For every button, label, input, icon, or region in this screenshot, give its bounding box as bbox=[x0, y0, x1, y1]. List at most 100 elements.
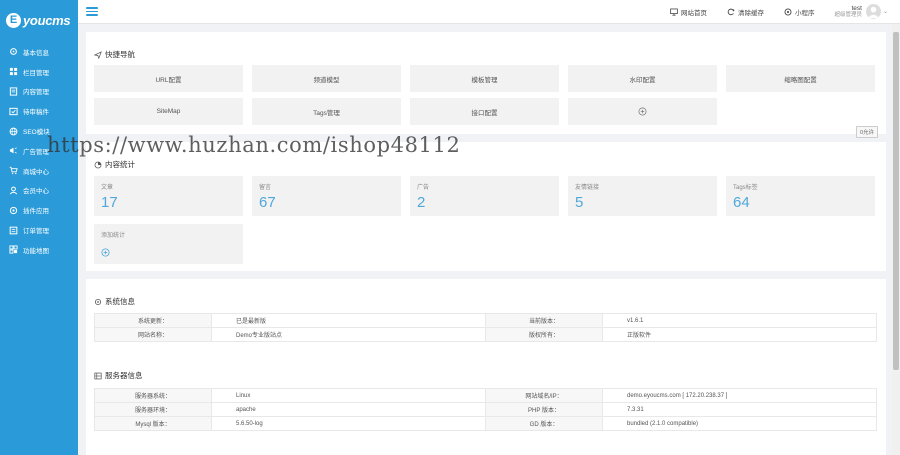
logo-text: youcms bbox=[23, 12, 71, 28]
system-info-table: 系统更新： 已是最新版 当前版本： v1.6.1 网站名称： Demo专业版站点… bbox=[94, 313, 877, 342]
sidebar-item-seo[interactable]: SEO模块 bbox=[0, 121, 78, 141]
plugin-icon bbox=[9, 206, 18, 215]
stat-value: 64 bbox=[733, 194, 750, 211]
gear-icon bbox=[9, 47, 18, 56]
logo[interactable]: E youcms bbox=[0, 0, 78, 40]
refresh-icon bbox=[727, 8, 735, 15]
sidebar-item-label: SEO模块 bbox=[23, 129, 50, 137]
site-home-link[interactable]: 网站首页 bbox=[670, 7, 707, 17]
menu-toggle-icon[interactable] bbox=[86, 7, 98, 16]
sidebar-nav: 基本信息 栏目管理 内容管理 待审稿件 SEO模块 广告管理 商城中心 会员中心… bbox=[0, 42, 78, 260]
sidebar-item-label: 待审稿件 bbox=[23, 109, 49, 117]
table-cell: 正版软件 bbox=[602, 327, 877, 342]
table-cell: 网站域名/IP： bbox=[485, 388, 603, 403]
map-icon bbox=[9, 245, 18, 254]
stat-links[interactable]: 友情链接 5 bbox=[568, 176, 717, 216]
table-row: Mysql 版本： 5.6.50-log GD 版本： bundled (2.1… bbox=[94, 416, 877, 431]
quick-nav-add-button[interactable] bbox=[568, 98, 717, 125]
stat-value: 2 bbox=[417, 194, 426, 211]
quick-nav-thumbnail-config[interactable]: 缩略图配置 bbox=[726, 65, 875, 92]
main-content: 快捷导航 URL配置 频道模型 模板管理 水印配置 缩略图配置 SiteMap … bbox=[78, 24, 900, 455]
table-cell: apache bbox=[211, 402, 486, 417]
quick-nav-watermark-config[interactable]: 水印配置 bbox=[568, 65, 717, 92]
clear-cache-label: 清除缓存 bbox=[737, 9, 764, 17]
sidebar-item-feature-map[interactable]: 功能地图 bbox=[0, 240, 78, 260]
chart-icon bbox=[94, 161, 102, 168]
table-cell: PHP 版本： bbox=[485, 402, 603, 417]
add-stat-button[interactable]: 添加统计 bbox=[94, 224, 243, 264]
sidebar-item-basic-info[interactable]: 基本信息 bbox=[0, 42, 78, 62]
monitor-icon bbox=[670, 8, 678, 16]
logo-mark: E bbox=[6, 12, 21, 28]
table-cell: Demo专业版站点 bbox=[211, 327, 486, 342]
sidebar-item-columns[interactable]: 栏目管理 bbox=[0, 62, 78, 82]
table-cell: 7.3.31 bbox=[602, 402, 877, 417]
ad-icon bbox=[9, 146, 18, 155]
chevron-down-icon[interactable]: ⌄ bbox=[883, 8, 888, 15]
table-cell: bundled (2.1.0 compatible) bbox=[602, 416, 877, 431]
top-bar: 网站首页 清除缓存 小程序 test 超级管理员 ⌄ bbox=[78, 0, 900, 24]
system-info-panel: 系统信息 系统更新： 已是最新版 当前版本： v1.6.1 网站名称： Demo… bbox=[86, 279, 886, 455]
sidebar-item-label: 栏目管理 bbox=[23, 69, 49, 77]
table-row: 服务器系统： Linux 网站域名/IP： demo.eyoucms.com [… bbox=[94, 388, 877, 403]
miniapp-icon bbox=[784, 8, 792, 15]
table-cell: v1.6.1 bbox=[602, 313, 877, 328]
gear-icon bbox=[94, 298, 102, 305]
sidebar-item-content[interactable]: 内容管理 bbox=[0, 82, 78, 102]
table-cell: Mysql 版本： bbox=[94, 416, 212, 431]
sidebar-item-ads[interactable]: 广告管理 bbox=[0, 141, 78, 161]
quick-nav-api-config[interactable]: 接口配置 bbox=[410, 98, 559, 125]
sidebar-item-plugins[interactable]: 插件应用 bbox=[0, 200, 78, 220]
quick-nav-title: 快捷导航 bbox=[94, 49, 135, 60]
sidebar-item-label: 广告管理 bbox=[23, 148, 49, 156]
clear-cache-link[interactable]: 清除缓存 bbox=[727, 7, 764, 17]
audit-icon bbox=[9, 107, 18, 116]
table-cell: Linux bbox=[211, 388, 486, 403]
quick-nav-tags-manage[interactable]: Tags管理 bbox=[252, 98, 401, 125]
server-info-table: 服务器系统： Linux 网站域名/IP： demo.eyoucms.com [… bbox=[94, 388, 877, 431]
miniapp-label: 小程序 bbox=[794, 9, 815, 17]
stat-ads[interactable]: 广告 2 bbox=[410, 176, 559, 216]
user-menu[interactable]: test 超级管理员 ⌄ bbox=[834, 4, 888, 19]
plus-circle-icon bbox=[101, 248, 110, 257]
sidebar-item-orders[interactable]: 订单管理 bbox=[0, 220, 78, 240]
quick-nav-panel: 快捷导航 URL配置 频道模型 模板管理 水印配置 缩略图配置 SiteMap … bbox=[86, 32, 886, 138]
table-cell: 当前版本： bbox=[485, 313, 603, 328]
sidebar-item-pending[interactable]: 待审稿件 bbox=[0, 101, 78, 121]
quick-nav-badge[interactable]: 0允许 bbox=[855, 126, 878, 138]
table-cell: 版权所有： bbox=[485, 327, 603, 342]
quick-nav-channel-model[interactable]: 频道模型 bbox=[252, 65, 401, 92]
content-stats-title-text: 内容统计 bbox=[105, 160, 135, 169]
quick-nav-url-config[interactable]: URL配置 bbox=[94, 65, 243, 92]
table-cell: demo.eyoucms.com [ 172.20.238.37 ] bbox=[602, 388, 877, 403]
miniapp-link[interactable]: 小程序 bbox=[784, 7, 815, 17]
stat-label: 留言 bbox=[259, 185, 272, 191]
system-info-title: 系统信息 bbox=[94, 296, 135, 307]
table-row: 系统更新： 已是最新版 当前版本： v1.6.1 bbox=[94, 313, 877, 328]
sidebar-item-mall[interactable]: 商城中心 bbox=[0, 161, 78, 181]
content-stats-panel: 内容统计 文章 17 留言 67 广告 2 友情链接 5 Tags标签 64 添… bbox=[86, 142, 886, 271]
sidebar-item-members[interactable]: 会员中心 bbox=[0, 181, 78, 201]
scrollbar[interactable] bbox=[892, 24, 900, 455]
stat-tags[interactable]: Tags标签 64 bbox=[726, 176, 875, 216]
table-cell: 服务器环境： bbox=[94, 402, 212, 417]
stat-value: 17 bbox=[101, 194, 118, 211]
server-info-title: 服务器信息 bbox=[94, 370, 143, 381]
scrollbar-thumb[interactable] bbox=[893, 32, 899, 370]
table-cell: GD 版本： bbox=[485, 416, 603, 431]
table-cell: 5.6.50-log bbox=[211, 416, 486, 431]
stat-articles[interactable]: 文章 17 bbox=[94, 176, 243, 216]
stat-label: Tags标签 bbox=[733, 185, 758, 191]
user-name: test bbox=[851, 4, 862, 12]
quick-nav-sitemap[interactable]: SiteMap bbox=[94, 98, 243, 125]
avatar[interactable] bbox=[865, 4, 881, 19]
content-stats-title: 内容统计 bbox=[94, 159, 135, 170]
quick-nav-template-manage[interactable]: 模板管理 bbox=[410, 65, 559, 92]
sidebar-item-label: 会员中心 bbox=[23, 188, 49, 196]
server-info-title-text: 服务器信息 bbox=[105, 371, 143, 380]
stat-messages[interactable]: 留言 67 bbox=[252, 176, 401, 216]
order-icon bbox=[9, 226, 18, 235]
site-home-label: 网站首页 bbox=[680, 9, 707, 17]
sidebar-item-label: 商城中心 bbox=[23, 168, 49, 176]
table-row: 服务器环境： apache PHP 版本： 7.3.31 bbox=[94, 402, 877, 417]
